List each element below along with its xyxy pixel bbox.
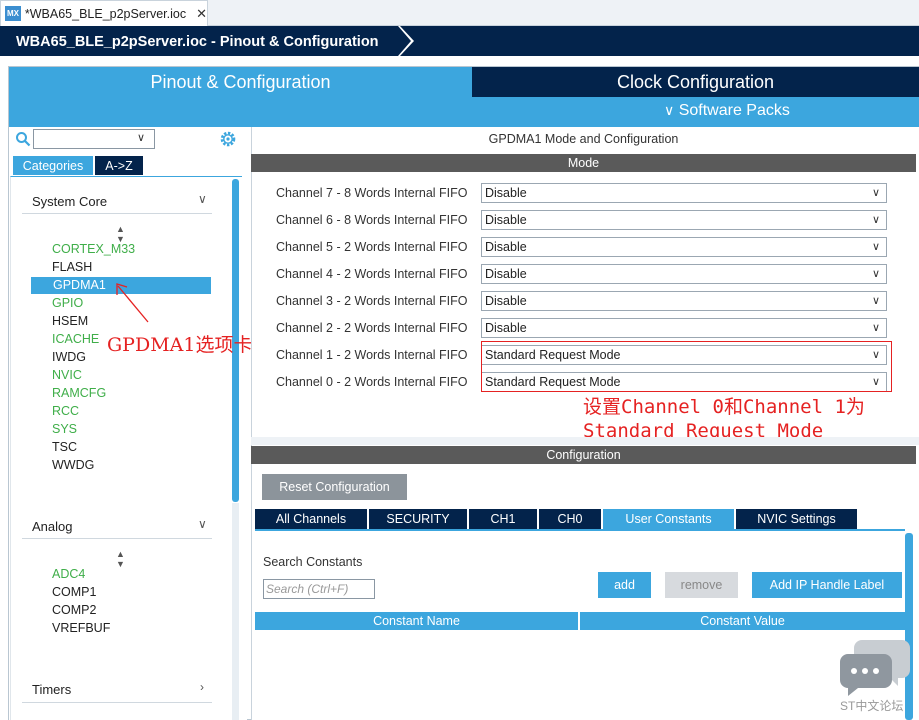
reset-configuration-button[interactable]: Reset Configuration bbox=[262, 474, 407, 500]
channel-label: Channel 0 - 2 Words Internal FIFO bbox=[276, 375, 468, 389]
list-item[interactable]: RCC bbox=[52, 404, 79, 418]
tab-all-channels[interactable]: All Channels bbox=[255, 509, 367, 529]
tab-categories[interactable]: Categories bbox=[13, 156, 93, 175]
close-icon[interactable]: ✕ bbox=[196, 6, 207, 22]
tab-pinout-configuration[interactable]: Pinout & Configuration bbox=[9, 67, 472, 97]
channel-mode-select[interactable]: Disable ∨ bbox=[481, 183, 887, 203]
tab-clock-configuration[interactable]: Clock Configuration bbox=[472, 67, 919, 97]
channel-mode-select[interactable]: Disable ∨ bbox=[481, 210, 887, 230]
section-analog[interactable]: Analog bbox=[32, 519, 72, 534]
tab-user-constants[interactable]: User Constants bbox=[603, 509, 734, 529]
chevron-down-icon: ∨ bbox=[664, 102, 675, 118]
tab-nvic-settings[interactable]: NVIC Settings bbox=[736, 509, 857, 529]
channel-mode-value: Disable bbox=[485, 186, 527, 200]
tab-underline bbox=[255, 529, 905, 531]
search-constants-label: Search Constants bbox=[263, 555, 363, 569]
mode-title: GPDMA1 Mode and Configuration bbox=[488, 132, 679, 146]
section-divider bbox=[22, 702, 212, 703]
tab-security[interactable]: SECURITY bbox=[369, 509, 467, 529]
list-item[interactable]: FLASH bbox=[52, 260, 92, 274]
list-item[interactable]: SYS bbox=[52, 422, 77, 436]
tab-a-to-z[interactable]: A->Z bbox=[95, 156, 143, 175]
column-header-constant-value[interactable]: Constant Value bbox=[580, 612, 905, 630]
annotation-gpdma1-tab: GPDMA1选项卡 bbox=[107, 334, 253, 356]
add-button[interactable]: add bbox=[598, 572, 651, 598]
channel-label: Channel 5 - 2 Words Internal FIFO bbox=[276, 240, 468, 254]
file-tab-title: *WBA65_BLE_p2pServer.ioc bbox=[24, 6, 187, 21]
gear-icon[interactable] bbox=[219, 130, 237, 148]
channel-mode-value: Disable bbox=[485, 294, 527, 308]
list-item[interactable]: RAMCFG bbox=[52, 386, 106, 400]
channel-mode-select[interactable]: Disable ∨ bbox=[481, 237, 887, 257]
channel-mode-value: Disable bbox=[485, 240, 527, 254]
list-item[interactable]: HSEM bbox=[52, 314, 88, 328]
channel-label: Channel 6 - 8 Words Internal FIFO bbox=[276, 213, 468, 227]
file-tab[interactable]: MX *WBA65_BLE_p2pServer.ioc ✕ bbox=[0, 0, 208, 26]
chevron-down-icon[interactable]: ∨ bbox=[137, 131, 145, 144]
sort-arrows-icon[interactable]: ▲ ▼ bbox=[116, 224, 125, 244]
list-item[interactable]: NVIC bbox=[52, 368, 82, 382]
list-item[interactable]: WWDG bbox=[52, 458, 94, 472]
left-scrollbar-track[interactable] bbox=[232, 503, 239, 720]
remove-button[interactable]: remove bbox=[665, 572, 738, 598]
chevron-down-icon[interactable]: ∨ bbox=[872, 211, 880, 229]
chat-bubble-icon bbox=[840, 640, 910, 696]
list-item[interactable]: IWDG bbox=[52, 350, 86, 364]
section-system-core[interactable]: System Core bbox=[32, 194, 107, 209]
channel-mode-select[interactable]: Disable ∨ bbox=[481, 291, 887, 311]
chevron-down-icon[interactable]: ∨ bbox=[872, 184, 880, 202]
sort-arrows-icon[interactable]: ▲ ▼ bbox=[116, 549, 125, 569]
chevron-down-icon[interactable]: ∨ bbox=[198, 192, 207, 206]
chevron-down-icon[interactable]: ∨ bbox=[872, 319, 880, 337]
channel-label: Channel 1 - 2 Words Internal FIFO bbox=[276, 348, 468, 362]
tab-strip bbox=[208, 0, 919, 26]
section-divider bbox=[22, 213, 212, 214]
add-ip-handle-label-button[interactable]: Add IP Handle Label bbox=[752, 572, 902, 598]
splitter[interactable] bbox=[251, 437, 919, 445]
tab-ch0[interactable]: CH0 bbox=[539, 509, 601, 529]
channel-mode-select[interactable]: Disable ∨ bbox=[481, 318, 887, 338]
column-header-constant-name[interactable]: Constant Name bbox=[255, 612, 578, 630]
list-item[interactable]: TSC bbox=[52, 440, 77, 454]
channel-mode-select[interactable]: Disable ∨ bbox=[481, 264, 887, 284]
chevron-right-icon[interactable]: › bbox=[200, 680, 204, 694]
software-packs-label: Software Packs bbox=[678, 102, 790, 119]
chevron-down-icon[interactable]: ∨ bbox=[198, 517, 207, 531]
configuration-header: Configuration bbox=[251, 446, 916, 464]
list-item[interactable]: GPDMA1 bbox=[53, 278, 106, 292]
category-list bbox=[10, 176, 242, 720]
mode-header: Mode bbox=[251, 154, 916, 172]
channel-mode-value: Disable bbox=[485, 321, 527, 335]
annotation-highlight-box bbox=[481, 341, 892, 392]
list-item[interactable]: CORTEX_M33 bbox=[52, 242, 135, 256]
chevron-down-icon[interactable]: ∨ bbox=[872, 265, 880, 283]
mx-logo-icon: MX bbox=[5, 6, 21, 21]
list-item[interactable]: COMP2 bbox=[52, 603, 96, 617]
channel-label: Channel 7 - 8 Words Internal FIFO bbox=[276, 186, 468, 200]
search-icon[interactable] bbox=[15, 131, 31, 147]
chevron-down-icon[interactable]: ∨ bbox=[872, 238, 880, 256]
breadcrumb-arrow-icon bbox=[394, 26, 414, 56]
channel-mode-value: Disable bbox=[485, 213, 527, 227]
tab-ch1[interactable]: CH1 bbox=[469, 509, 537, 529]
annotation-arrow bbox=[116, 283, 149, 323]
list-item[interactable]: ICACHE bbox=[52, 332, 99, 346]
list-item[interactable]: ADC4 bbox=[52, 567, 85, 581]
list-item[interactable]: VREFBUF bbox=[52, 621, 110, 635]
channel-label: Channel 2 - 2 Words Internal FIFO bbox=[276, 321, 468, 335]
annotation-set-channels-line1: 设置Channel 0和Channel 1为 bbox=[583, 396, 865, 418]
search-constants-input[interactable]: Search (Ctrl+F) bbox=[263, 579, 375, 599]
channel-label: Channel 3 - 2 Words Internal FIFO bbox=[276, 294, 468, 308]
list-item[interactable]: GPIO bbox=[52, 296, 83, 310]
list-item[interactable]: COMP1 bbox=[52, 585, 96, 599]
watermark-label: ST中文论坛 bbox=[840, 699, 904, 713]
channel-mode-value: Disable bbox=[485, 267, 527, 281]
channel-label: Channel 4 - 2 Words Internal FIFO bbox=[276, 267, 468, 281]
chevron-down-icon[interactable]: ∨ bbox=[872, 292, 880, 310]
breadcrumb-title[interactable]: WBA65_BLE_p2pServer.ioc - Pinout & Confi… bbox=[16, 34, 379, 50]
software-packs-menu[interactable]: ∨ Software Packs bbox=[664, 102, 790, 120]
section-divider bbox=[22, 538, 212, 539]
section-timers[interactable]: Timers bbox=[32, 682, 71, 697]
